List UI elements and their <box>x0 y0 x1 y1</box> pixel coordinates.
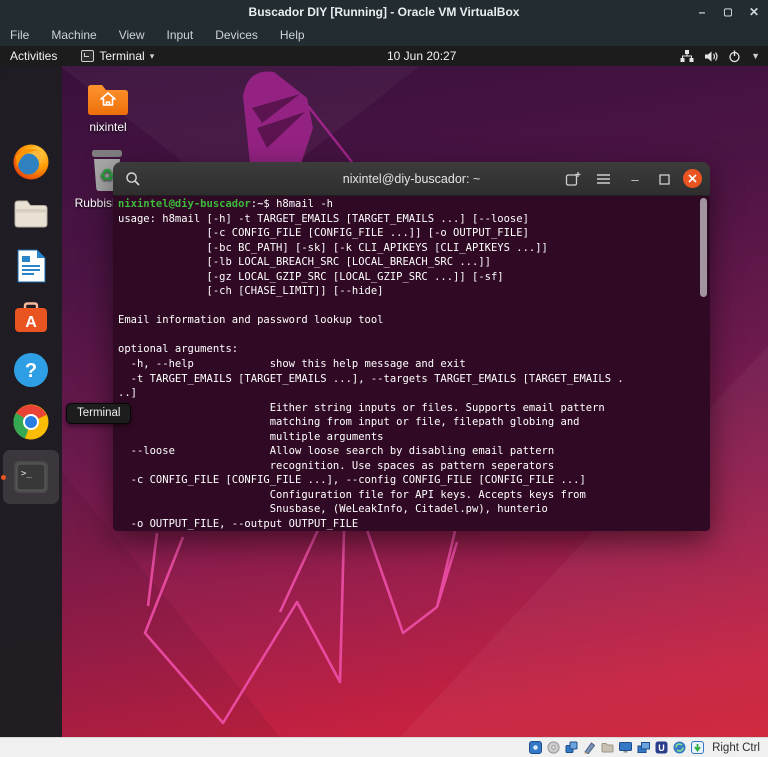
svg-text:?: ? <box>25 360 37 382</box>
terminal-line: Email information and password lookup to… <box>118 314 384 327</box>
hard-disk-icon[interactable] <box>529 741 543 754</box>
scrollbar-thumb[interactable] <box>700 198 707 297</box>
writer-icon <box>17 249 46 283</box>
shared-folders-icon[interactable] <box>601 741 614 754</box>
terminal-titlebar[interactable]: nixintel@diy-buscador: ~ – <box>113 162 710 196</box>
terminal-prompt-line: nixintel@diy-buscador:~$ h8mail -h <box>118 197 710 212</box>
clock[interactable]: 10 Jun 20:27 <box>387 46 456 66</box>
desktop-icon-nixintel[interactable]: nixintel <box>78 80 138 134</box>
app-menu-label: Terminal <box>99 49 145 63</box>
software-icon: A <box>15 302 47 332</box>
vbox-statusbar: U Right Ctrl <box>0 737 768 757</box>
terminal-line: -o OUTPUT_FILE, --output OUTPUT_FILE <box>118 518 359 531</box>
dock-item-files[interactable] <box>11 194 51 234</box>
terminal-app-icon <box>81 50 95 62</box>
terminal-line: multiple arguments <box>118 430 384 443</box>
dock-item-terminal[interactable]: >_ <box>11 457 51 497</box>
maximize-icon[interactable] <box>656 171 672 187</box>
svg-text:A: A <box>25 314 37 331</box>
chrome-icon <box>13 404 49 440</box>
terminal-line: recognition. Use spaces as pattern seper… <box>118 459 555 472</box>
ubuntu-top-panel: Activities Terminal ▾ 10 Jun 20:27 ▼ <box>0 46 768 66</box>
search-icon[interactable] <box>125 171 141 187</box>
help-icon: ? <box>14 353 48 387</box>
chevron-down-icon: ▼ <box>751 51 760 61</box>
terminal-icon: >_ <box>14 461 48 493</box>
minimize-icon[interactable]: – <box>694 5 710 19</box>
terminal-line: Configuration file for API keys. Accepts… <box>118 488 586 501</box>
system-tray[interactable]: ▼ <box>680 46 760 66</box>
host-key-label: Right Ctrl <box>712 741 760 754</box>
prompt-command: $ h8mail -h <box>263 198 333 210</box>
terminal-line: [-bc BC_PATH] [-sk] [-k CLI_APIKEYS [CLI… <box>118 241 548 254</box>
terminal-window: nixintel@diy-buscador: ~ – nixintel@diy-… <box>113 162 710 531</box>
mouse-integration-icon[interactable] <box>691 741 705 754</box>
terminal-line: -t TARGET_EMAILS [TARGET_EMAILS ...], --… <box>118 372 624 385</box>
audio-icon[interactable] <box>565 741 578 754</box>
minimize-icon[interactable]: – <box>627 171 643 187</box>
network-icon <box>680 49 694 62</box>
terminal-line: optional arguments: <box>118 343 239 356</box>
dock-item-help[interactable]: ? <box>11 350 51 390</box>
dock-item-chrome[interactable] <box>11 402 51 442</box>
activities-button[interactable]: Activities <box>0 46 67 66</box>
terminal-line: Either string inputs or files. Supports … <box>118 401 605 414</box>
terminal-line: -h, --help show this help message and ex… <box>118 358 466 371</box>
terminal-line: [-c CONFIG_FILE [CONFIG_FILE ...]] [-o O… <box>118 227 529 240</box>
terminal-lines: usage: h8mail [-h] -t TARGET_EMAILS [TAR… <box>118 212 710 531</box>
menu-item[interactable]: File <box>10 28 29 42</box>
files-icon <box>14 200 48 228</box>
usb-icon[interactable]: U <box>655 741 668 754</box>
menu-item[interactable]: Help <box>280 28 305 42</box>
display-icon[interactable] <box>619 741 633 754</box>
close-icon[interactable] <box>683 169 702 188</box>
virtualbox-window: Buscador DIY [Running] - Oracle VM Virtu… <box>0 0 768 757</box>
dock-item-firefox[interactable] <box>11 142 51 182</box>
dock: A ? >_ <box>0 66 62 757</box>
terminal-output[interactable]: nixintel@diy-buscador:~$ h8mail -h usage… <box>113 196 710 531</box>
home-folder-icon <box>88 85 128 115</box>
menu-item[interactable]: Machine <box>51 28 96 42</box>
terminal-window-title: nixintel@diy-buscador: ~ <box>342 172 481 186</box>
dock-item-ubuntu-software[interactable]: A <box>11 298 51 338</box>
prompt-user-host: nixintel@diy-buscador <box>118 198 251 210</box>
running-indicator-dot <box>1 475 6 480</box>
terminal-line: matching from input or file, filepath gl… <box>118 416 580 429</box>
firefox-icon <box>13 144 49 180</box>
chevron-down-icon: ▾ <box>149 50 155 61</box>
vbox-menubar: File Machine View Input Devices Help <box>0 24 768 46</box>
virtual-screens-icon[interactable] <box>637 741 651 754</box>
svg-text:>_: >_ <box>21 469 32 479</box>
recording-icon[interactable] <box>583 741 596 754</box>
terminal-line: ..] <box>118 387 137 400</box>
dock-item-libreoffice-writer[interactable] <box>11 246 51 286</box>
close-icon[interactable]: ✕ <box>746 5 762 19</box>
vbox-window-controls: – ▢ ✕ <box>694 0 762 24</box>
terminal-line: -c CONFIG_FILE [CONFIG_FILE ...], --conf… <box>118 474 586 487</box>
menu-item[interactable]: View <box>119 28 145 42</box>
terminal-line: Snusbase, (WeLeakInfo, Citadel.pw), hunt… <box>118 503 548 516</box>
menu-item[interactable]: Input <box>167 28 194 42</box>
maximize-icon[interactable]: ▢ <box>720 7 736 18</box>
vbox-titlebar: Buscador DIY [Running] - Oracle VM Virtu… <box>0 0 768 24</box>
terminal-line: [-gz LOCAL_GZIP_SRC [LOCAL_GZIP_SRC ...]… <box>118 270 504 283</box>
vbox-window-title: Buscador DIY [Running] - Oracle VM Virtu… <box>248 5 520 19</box>
terminal-line: [-lb LOCAL_BREACH_SRC [LOCAL_BREACH_SRC … <box>118 256 491 269</box>
terminal-line: --loose Allow loose search by disabling … <box>118 445 555 458</box>
new-tab-icon[interactable] <box>565 171 581 187</box>
hamburger-menu-icon[interactable] <box>595 171 611 187</box>
volume-icon <box>705 51 718 61</box>
desktop-icon-label: nixintel <box>89 120 127 134</box>
terminal-line: usage: h8mail [-h] -t TARGET_EMAILS [TAR… <box>118 212 529 225</box>
features-icon[interactable] <box>673 741 686 754</box>
dock-tooltip: Terminal <box>66 403 132 424</box>
terminal-line: [-ch [CHASE_LIMIT]] [--hide] <box>118 285 384 298</box>
menu-item[interactable]: Devices <box>215 28 258 42</box>
optical-disc-icon[interactable] <box>547 741 560 754</box>
svg-text:U: U <box>658 743 665 753</box>
app-menu-button[interactable]: Terminal ▾ <box>81 49 154 63</box>
power-icon <box>729 50 740 62</box>
